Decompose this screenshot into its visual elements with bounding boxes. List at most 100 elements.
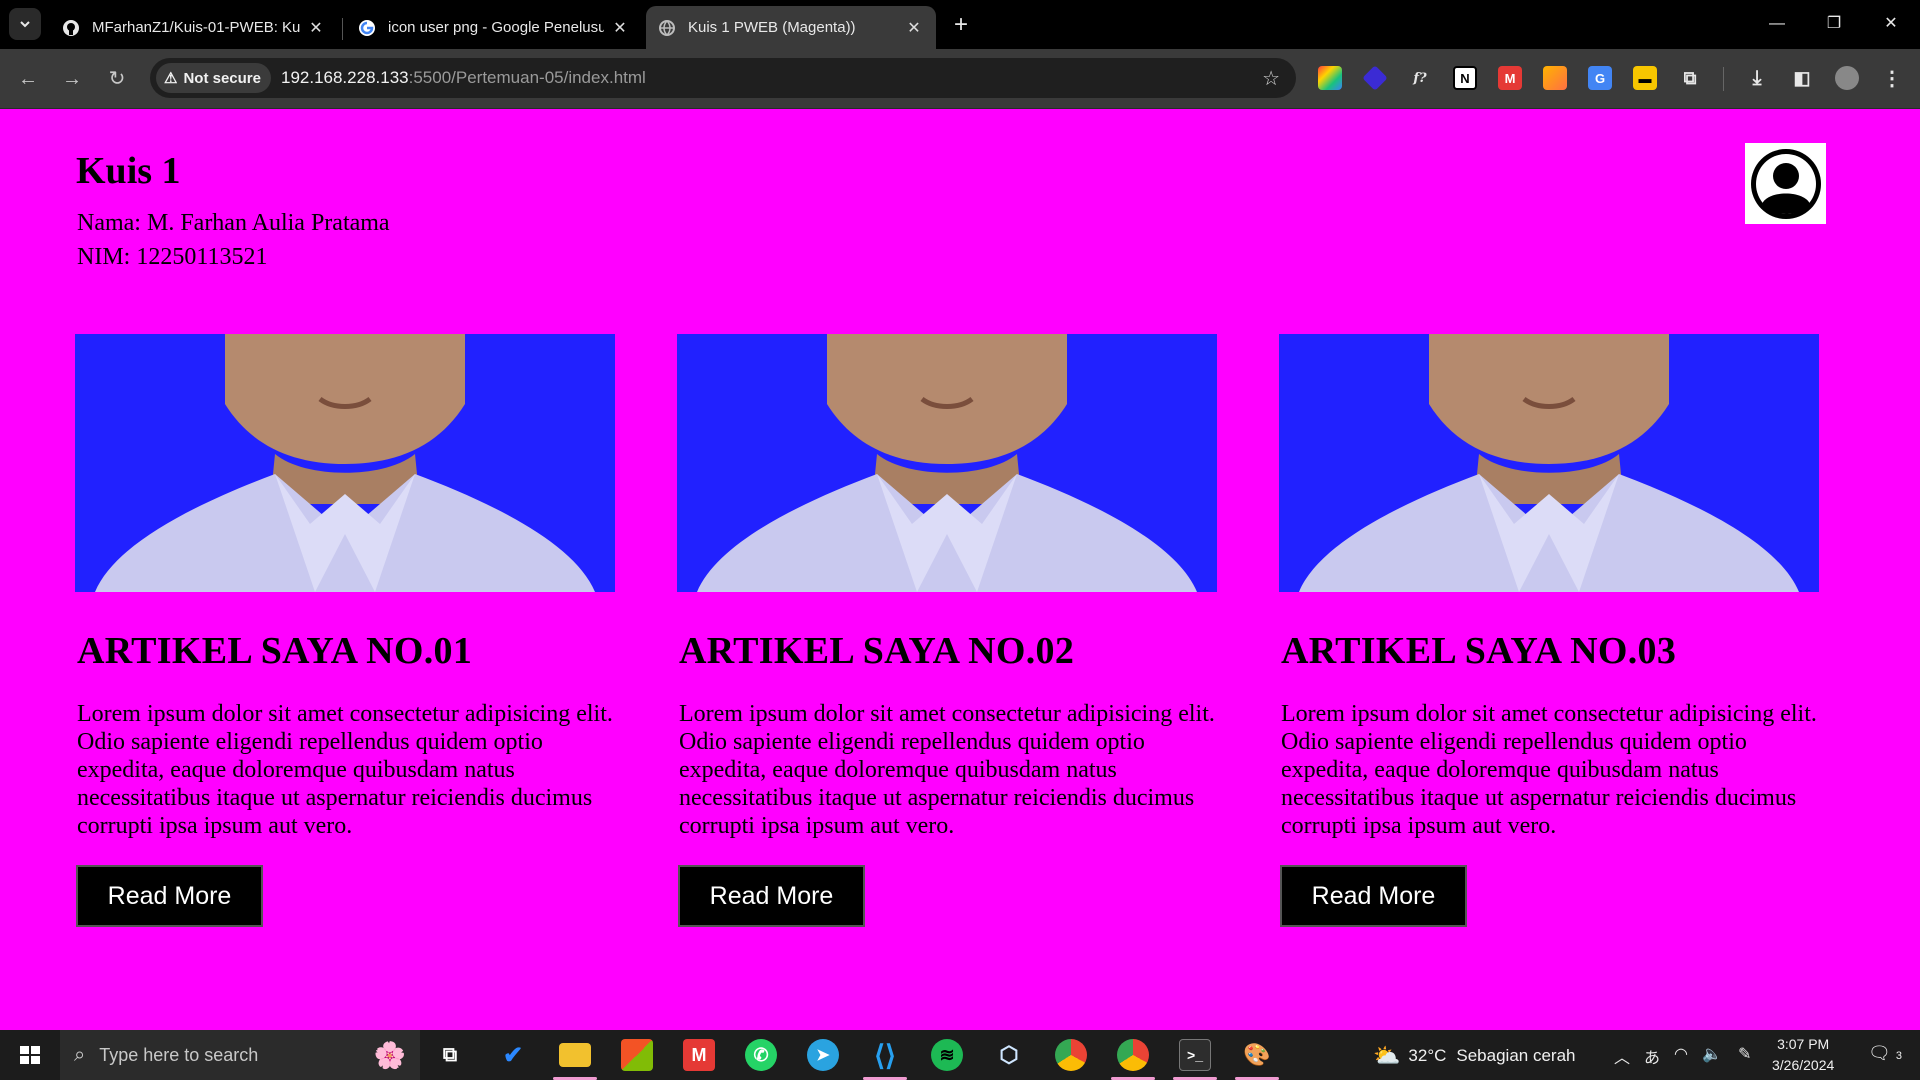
- new-tab-plus-icon[interactable]: +: [948, 12, 974, 38]
- student-nim: NIM: 12250113521: [77, 244, 268, 270]
- chrome-profile-icon[interactable]: [1117, 1039, 1149, 1071]
- reload-icon[interactable]: ↻: [103, 65, 131, 93]
- article-text: Lorem ipsum dolor sit amet consectetur a…: [1281, 701, 1817, 839]
- tab-title: icon user png - Google Penelusur: [388, 19, 604, 36]
- tab-title: MFarhanZ1/Kuis-01-PWEB: Kuis: [92, 19, 300, 36]
- volume-icon[interactable]: 🔈: [1702, 1044, 1722, 1064]
- toolbar-divider: [1723, 67, 1724, 91]
- close-icon[interactable]: ✕: [904, 18, 924, 38]
- user-avatar: [1745, 143, 1826, 224]
- download-icon[interactable]: ⤓: [1745, 66, 1769, 90]
- read-more-button[interactable]: Read More: [1280, 865, 1467, 927]
- file-explorer-icon[interactable]: [559, 1043, 591, 1067]
- virtualbox-cube-icon[interactable]: ⬡: [993, 1039, 1025, 1071]
- article-card: ARTIKEL SAYA NO.01 Lorem ipsum dolor sit…: [75, 334, 617, 927]
- article-text: Lorem ipsum dolor sit amet consectetur a…: [77, 701, 613, 839]
- weather-widget[interactable]: ⛅ 32°C Sebagian cerah: [1373, 1043, 1575, 1069]
- translate-extension-icon[interactable]: G: [1588, 66, 1612, 90]
- page-title: Kuis 1: [76, 150, 181, 192]
- github-icon: [62, 19, 80, 37]
- whatsapp-icon[interactable]: ✆: [745, 1039, 777, 1071]
- warning-triangle-icon: ⚠: [164, 70, 178, 87]
- mendeley-extension-icon[interactable]: M: [1498, 66, 1522, 90]
- notion-extension-icon[interactable]: N: [1453, 66, 1477, 90]
- bookmark-star-icon[interactable]: ☆: [1262, 66, 1280, 91]
- language-icon[interactable]: あ: [1644, 1044, 1660, 1068]
- tab-google-search[interactable]: icon user png - Google Penelusur ✕: [346, 6, 642, 49]
- forward-arrow-icon[interactable]: →: [58, 65, 86, 93]
- article-title: ARTIKEL SAYA NO.02: [679, 630, 1075, 672]
- wifi-icon[interactable]: ◠: [1674, 1044, 1688, 1064]
- article-photo: [677, 334, 1217, 592]
- article-card: ARTIKEL SAYA NO.02 Lorem ipsum dolor sit…: [677, 334, 1219, 927]
- notification-count: 3: [1895, 1050, 1902, 1062]
- security-label: Not secure: [183, 69, 261, 87]
- address-bar[interactable]: ⚠ Not secure 192.168.228.133:5500/Pertem…: [150, 58, 1296, 98]
- url-text[interactable]: 192.168.228.133:5500/Pertemuan-05/index.…: [281, 68, 646, 88]
- user-circle-icon: [1750, 148, 1821, 219]
- partly-sunny-icon: ⛅: [1373, 1043, 1401, 1068]
- vscode-icon[interactable]: ⟨⟩: [869, 1039, 901, 1071]
- search-highlight-icon: 🌸: [373, 1039, 406, 1070]
- tab-search-button[interactable]: [9, 8, 41, 40]
- search-icon: ⌕: [74, 1043, 86, 1066]
- close-window-icon[interactable]: ✕: [1871, 10, 1911, 38]
- taskbar-search-box[interactable]: ⌕ Type here to search 🌸: [60, 1030, 420, 1080]
- tab-github[interactable]: MFarhanZ1/Kuis-01-PWEB: Kuis ✕: [50, 6, 338, 49]
- weather-temp: 32°C: [1408, 1046, 1447, 1065]
- pen-icon[interactable]: ✎: [1738, 1044, 1751, 1064]
- menu-kebab-icon[interactable]: ⋮: [1880, 66, 1904, 90]
- chevron-up-icon[interactable]: ︿: [1614, 1044, 1630, 1068]
- close-icon[interactable]: ✕: [306, 18, 326, 38]
- article-text: Lorem ipsum dolor sit amet consectetur a…: [679, 701, 1215, 839]
- windows-start-icon[interactable]: [10, 1040, 50, 1070]
- tab-divider: [342, 18, 343, 40]
- article-title: ARTIKEL SAYA NO.03: [1281, 630, 1677, 672]
- read-more-button[interactable]: Read More: [76, 865, 263, 927]
- system-clock[interactable]: 3:07 PM 3/26/2024: [1772, 1034, 1834, 1076]
- page-content: Kuis 1 Nama: M. Farhan Aulia Pratama NIM…: [0, 109, 1920, 1030]
- back-arrow-icon[interactable]: ←: [14, 65, 42, 93]
- close-icon[interactable]: ✕: [610, 18, 630, 38]
- security-chip[interactable]: ⚠ Not secure: [156, 63, 271, 93]
- side-panel-icon[interactable]: ◧: [1790, 66, 1814, 90]
- article-photo: [75, 334, 615, 592]
- todo-check-icon[interactable]: ✔: [497, 1039, 529, 1071]
- read-more-button[interactable]: Read More: [678, 865, 865, 927]
- browser-tab-bar: MFarhanZ1/Kuis-01-PWEB: Kuis ✕ icon user…: [0, 0, 1920, 49]
- clock-date: 3/26/2024: [1772, 1057, 1835, 1073]
- url-host: 192.168.228.133: [280, 68, 409, 87]
- task-view-icon[interactable]: ⧉: [434, 1039, 466, 1071]
- article-photo: [1279, 334, 1819, 592]
- spotify-icon[interactable]: ≋: [931, 1039, 963, 1071]
- globe-icon: [658, 19, 676, 37]
- profile-avatar-icon[interactable]: [1835, 66, 1859, 90]
- chevron-down-icon: [20, 21, 30, 28]
- paint-palette-icon[interactable]: 🎨: [1241, 1039, 1273, 1071]
- windows-taskbar: ⌕ Type here to search 🌸 ⧉ ✔ M ✆ ➤ ⟨⟩ ≋ ⬡…: [0, 1030, 1920, 1080]
- article-card: ARTIKEL SAYA NO.03 Lorem ipsum dolor sit…: [1279, 334, 1821, 927]
- tab-kuis-active[interactable]: Kuis 1 PWEB (Magenta)) ✕: [646, 6, 936, 49]
- tab-title: Kuis 1 PWEB (Magenta)): [688, 19, 856, 36]
- chrome-icon[interactable]: [1055, 1039, 1087, 1071]
- url-path: :5500/Pertemuan-05/index.html: [408, 68, 646, 87]
- weather-desc: Sebagian cerah: [1456, 1046, 1576, 1065]
- telegram-icon[interactable]: ➤: [807, 1039, 839, 1071]
- layers-extension-icon[interactable]: [1362, 65, 1388, 91]
- article-title: ARTIKEL SAYA NO.01: [77, 630, 473, 672]
- notification-center[interactable]: 🗨 3: [1868, 1043, 1902, 1064]
- folder-extension-icon[interactable]: ▬: [1633, 66, 1657, 90]
- terminal-icon[interactable]: >_: [1179, 1039, 1211, 1071]
- notes-extension-icon[interactable]: [1543, 66, 1567, 90]
- extensions-puzzle-icon[interactable]: ⧉: [1678, 66, 1702, 90]
- microsoft-store-icon[interactable]: [621, 1039, 653, 1071]
- clock-time: 3:07 PM: [1777, 1036, 1830, 1052]
- student-name: Nama: M. Farhan Aulia Pratama: [77, 210, 390, 236]
- minimize-icon[interactable]: —: [1757, 10, 1797, 38]
- taskbar-search-placeholder: Type here to search: [99, 1044, 259, 1065]
- browser-toolbar: ← → ↻ ⚠ Not secure 192.168.228.133:5500/…: [0, 49, 1920, 109]
- restore-icon[interactable]: ❐: [1814, 10, 1854, 38]
- color-picker-extension-icon[interactable]: [1318, 66, 1342, 90]
- font-extension-icon[interactable]: f?: [1408, 66, 1432, 90]
- mendeley-app-icon[interactable]: M: [683, 1039, 715, 1071]
